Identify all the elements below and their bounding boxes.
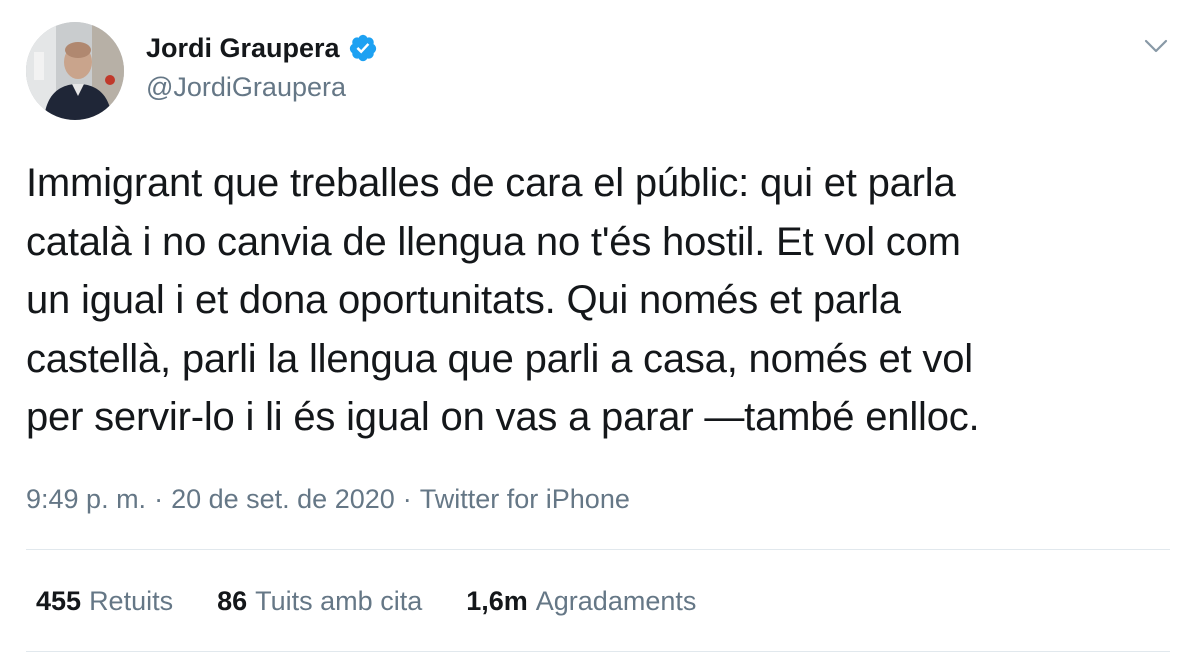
likes-stat[interactable]: 1,6m Agradaments — [466, 586, 696, 617]
likes-label: Agradaments — [535, 586, 697, 616]
tweet-metadata: 9:49 p. m. · 20 de set. de 2020 · Twitte… — [26, 484, 630, 515]
quote-tweets-stat[interactable]: 86 Tuits amb cita — [217, 586, 422, 617]
retweets-label: Retuits — [89, 586, 174, 616]
chevron-down-icon[interactable] — [1140, 30, 1172, 62]
divider — [26, 549, 1170, 550]
tweet-text: Immigrant que treballes de cara el públi… — [26, 161, 980, 439]
avatar-photo — [26, 22, 124, 120]
tweet-date[interactable]: 20 de set. de 2020 — [171, 484, 395, 515]
tweet-stats: 455 Retuits 86 Tuits amb cita 1,6m Agrad… — [36, 586, 740, 617]
retweets-count: 455 — [36, 586, 82, 616]
retweets-stat[interactable]: 455 Retuits — [36, 586, 173, 617]
avatar[interactable] — [26, 22, 124, 120]
meta-separator: · — [402, 484, 412, 514]
tweet-timestamp[interactable]: 9:49 p. m. — [26, 484, 146, 515]
meta-separator: · — [154, 484, 164, 514]
author-name-row[interactable]: Jordi Graupera — [146, 30, 378, 66]
verified-badge-icon — [348, 33, 378, 63]
tweet-source[interactable]: Twitter for iPhone — [420, 484, 630, 515]
tweet-card: Jordi Graupera @JordiGraupera Immigrant … — [0, 0, 1200, 652]
author-handle[interactable]: @JordiGraupera — [146, 72, 346, 103]
quote-tweets-count: 86 — [217, 586, 248, 616]
likes-count: 1,6m — [466, 586, 528, 616]
author-display-name[interactable]: Jordi Graupera — [146, 33, 340, 64]
quote-tweets-label: Tuits amb cita — [255, 586, 423, 616]
